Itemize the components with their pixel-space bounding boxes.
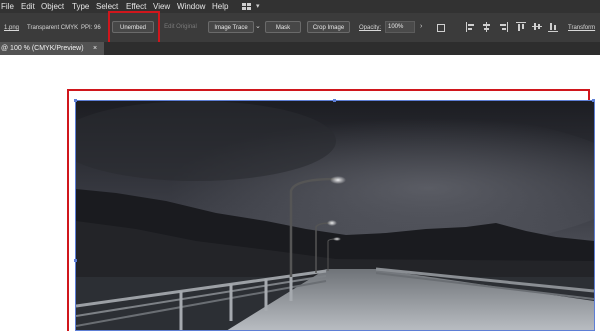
- align-middle-icon[interactable]: [532, 22, 542, 32]
- menu-type[interactable]: Type: [72, 1, 89, 12]
- chevron-down-icon[interactable]: ▾: [256, 1, 260, 12]
- selection-handle[interactable]: [333, 99, 336, 102]
- crop-image-button[interactable]: Crop Image: [307, 21, 350, 33]
- edit-original-button: Edit Original: [164, 24, 197, 30]
- document-tab-bar: @ 100 % (CMYK/Preview) ×: [0, 42, 600, 55]
- align-bottom-icon[interactable]: [548, 22, 558, 32]
- unembed-highlight-box: [108, 11, 160, 46]
- ppi-label: PPI: 96: [81, 25, 101, 31]
- close-icon[interactable]: ×: [93, 42, 97, 55]
- selection-handle[interactable]: [74, 259, 77, 262]
- align-top-icon[interactable]: [516, 22, 526, 32]
- menu-window[interactable]: Window: [177, 1, 205, 12]
- opacity-label[interactable]: Opacity:: [359, 24, 381, 32]
- control-bar: 1.png Transparent CMYK PPI: 96 Unembed E…: [0, 13, 600, 42]
- align-right-icon[interactable]: [498, 22, 508, 32]
- selection-handle[interactable]: [592, 99, 595, 102]
- linked-file-name[interactable]: 1.png: [4, 24, 19, 32]
- recolor-icon[interactable]: [437, 22, 447, 32]
- align-left-icon[interactable]: [466, 22, 476, 32]
- image-trace-dropdown-icon[interactable]: ⌄: [255, 23, 261, 31]
- mask-button[interactable]: Mask: [265, 21, 301, 33]
- document-tab[interactable]: @ 100 % (CMYK/Preview) ×: [0, 42, 104, 55]
- opacity-input[interactable]: 100%: [385, 21, 415, 33]
- selection-bounding-box: [75, 100, 595, 331]
- menu-edit[interactable]: Edit: [21, 1, 35, 12]
- chevron-right-icon[interactable]: ›: [420, 23, 422, 31]
- transform-link[interactable]: Transform: [568, 24, 595, 32]
- image-trace-button[interactable]: Image Trace: [208, 21, 254, 33]
- align-center-icon[interactable]: [482, 22, 492, 32]
- menu-bar: File Edit Object Type Select Effect View…: [0, 0, 600, 13]
- menu-file[interactable]: File: [1, 1, 14, 12]
- selection-handle[interactable]: [74, 99, 77, 102]
- document-tab-title: @ 100 % (CMYK/Preview): [1, 45, 84, 52]
- menu-object[interactable]: Object: [41, 1, 64, 12]
- grid-layout-icon[interactable]: [242, 3, 252, 10]
- color-mode-label: Transparent CMYK: [27, 25, 79, 31]
- menu-help[interactable]: Help: [212, 1, 228, 12]
